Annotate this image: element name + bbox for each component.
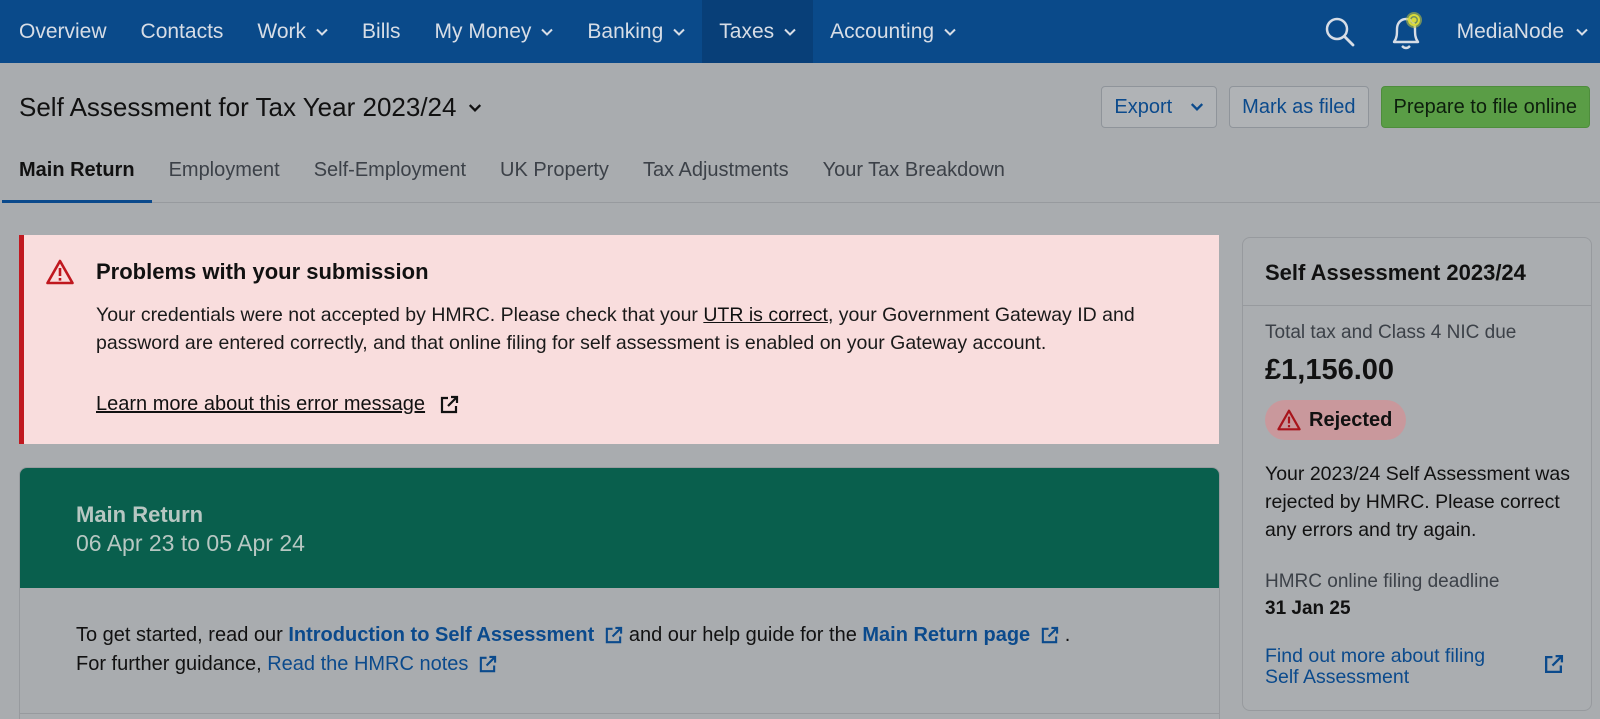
header-actions: Export Mark as filed Prepare to file onl… bbox=[1101, 86, 1590, 128]
nav-work[interactable]: Work bbox=[240, 0, 345, 63]
chevron-down-icon bbox=[784, 28, 796, 36]
bell-icon bbox=[1392, 11, 1422, 49]
main-return-card: Main Return 06 Apr 23 to 05 Apr 24 To ge… bbox=[19, 467, 1220, 719]
nav-accounting[interactable]: Accounting bbox=[813, 0, 973, 63]
tab-label: Main Return bbox=[19, 159, 135, 181]
prepare-to-file-button[interactable]: Prepare to file online bbox=[1380, 86, 1590, 128]
nav-bills[interactable]: Bills bbox=[345, 0, 418, 63]
intro-text: and our help guide for the bbox=[623, 624, 863, 646]
tab-employment[interactable]: Employment bbox=[152, 150, 297, 203]
search-icon bbox=[1325, 17, 1354, 46]
main-return-period: 06 Apr 23 to 05 Apr 24 bbox=[76, 530, 305, 556]
nav-right-tools: MediaNode bbox=[1307, 0, 1600, 63]
tax-due-label: Total tax and Class 4 NIC due bbox=[1265, 322, 1517, 343]
nav-overview-label: Overview bbox=[19, 19, 107, 43]
organisation-menu[interactable]: MediaNode bbox=[1439, 20, 1600, 44]
main-return-page-link[interactable]: Main Return page bbox=[862, 621, 1059, 650]
tab-label: Self-Employment bbox=[313, 159, 466, 181]
search-button[interactable] bbox=[1307, 0, 1373, 63]
nav-banking-label: Banking bbox=[587, 19, 664, 43]
intro-link-label: Introduction to Self Assessment bbox=[288, 624, 595, 646]
tab-label: Tax Adjustments bbox=[642, 159, 789, 181]
nav-taxes[interactable]: Taxes bbox=[702, 0, 814, 63]
chevron-down-icon bbox=[541, 28, 554, 36]
export-button[interactable]: Export bbox=[1101, 86, 1218, 128]
divider bbox=[20, 713, 1219, 714]
mark-as-filed-label: Mark as filed bbox=[1242, 95, 1356, 118]
hmrc-notes-link[interactable]: Read the HMRC notes bbox=[267, 650, 497, 679]
warning-icon bbox=[46, 259, 74, 285]
intro-text: . bbox=[1059, 624, 1071, 646]
external-link-icon bbox=[480, 655, 497, 673]
export-label: Export bbox=[1114, 95, 1173, 118]
self-assessment-summary: Self Assessment 2023/24 Total tax and Cl… bbox=[1242, 237, 1592, 711]
nav-banking[interactable]: Banking bbox=[570, 0, 702, 63]
page-title: Self Assessment for Tax Year 2023/24 bbox=[19, 92, 457, 122]
nav-bills-label: Bills bbox=[362, 19, 401, 43]
tab-main-return[interactable]: Main Return bbox=[2, 150, 152, 203]
nav-accounting-label: Accounting bbox=[830, 19, 935, 43]
chevron-down-icon bbox=[673, 28, 686, 36]
return-tabs: Main Return Employment Self-Employment U… bbox=[2, 150, 1600, 203]
status-label: Rejected bbox=[1309, 408, 1393, 431]
tab-label: Employment bbox=[168, 159, 280, 181]
main-return-title: Main Return bbox=[76, 502, 204, 527]
chevron-down-icon bbox=[1576, 28, 1588, 36]
error-text-before: Your credentials were not accepted by HM… bbox=[96, 304, 704, 326]
nav-contacts[interactable]: Contacts bbox=[124, 0, 241, 63]
error-title: Problems with your submission bbox=[96, 259, 429, 284]
mark-as-filed-button[interactable]: Mark as filed bbox=[1229, 86, 1369, 128]
external-link-icon[interactable] bbox=[1543, 654, 1564, 675]
nav-my-money[interactable]: My Money bbox=[418, 0, 571, 63]
nav-contacts-label: Contacts bbox=[140, 19, 224, 43]
main-return-page-label: Main Return page bbox=[862, 624, 1031, 646]
divider bbox=[1243, 305, 1591, 306]
learn-more-label: Learn more about this error message bbox=[96, 393, 426, 415]
utr-link[interactable]: UTR is correct bbox=[703, 304, 828, 326]
warning-icon bbox=[1277, 409, 1301, 431]
guidance-text: For further guidance, bbox=[76, 653, 268, 675]
chevron-down-icon bbox=[469, 103, 482, 112]
top-navigation: Overview Contacts Work Bills My Money Ba… bbox=[0, 0, 1600, 63]
error-message: Your credentials were not accepted by HM… bbox=[96, 301, 1156, 357]
nav-my-money-label: My Money bbox=[434, 19, 532, 43]
tab-tax-adjustments[interactable]: Tax Adjustments bbox=[626, 150, 806, 203]
learn-more-link[interactable]: Learn more about this error message bbox=[96, 393, 459, 416]
submission-error-banner: Problems with your submission Your crede… bbox=[19, 235, 1219, 444]
chevron-down-icon bbox=[1191, 103, 1204, 111]
organisation-name: MediaNode bbox=[1456, 19, 1564, 43]
tax-due-amount: £1,156.00 bbox=[1265, 354, 1395, 386]
tab-label: Your Tax Breakdown bbox=[822, 159, 1005, 181]
tab-tax-breakdown[interactable]: Your Tax Breakdown bbox=[806, 150, 1022, 203]
deadline-date: 31 Jan 25 bbox=[1265, 598, 1351, 619]
nav-work-label: Work bbox=[257, 19, 307, 43]
tab-self-employment[interactable]: Self-Employment bbox=[297, 150, 483, 203]
deadline-label: HMRC online filing deadline bbox=[1265, 571, 1500, 592]
filing-info-link[interactable]: Find out more about filing Self Assessme… bbox=[1265, 646, 1515, 688]
main-return-intro: To get started, read our Introduction to… bbox=[76, 621, 1176, 679]
nav-overview[interactable]: Overview bbox=[0, 0, 124, 63]
intro-text: To get started, read our bbox=[76, 624, 289, 646]
prepare-to-file-label: Prepare to file online bbox=[1393, 95, 1577, 118]
external-link-icon bbox=[606, 626, 623, 644]
tab-label: UK Property bbox=[500, 159, 609, 181]
chevron-down-icon bbox=[316, 28, 328, 36]
intro-self-assessment-link[interactable]: Introduction to Self Assessment bbox=[288, 621, 623, 650]
hmrc-notes-label: Read the HMRC notes bbox=[267, 653, 469, 675]
status-badge: Rejected bbox=[1265, 400, 1407, 440]
tax-year-selector[interactable]: Self Assessment for Tax Year 2023/24 bbox=[19, 92, 482, 123]
external-link-icon bbox=[1041, 626, 1059, 644]
summary-title: Self Assessment 2023/24 bbox=[1265, 260, 1526, 285]
nav-taxes-label: Taxes bbox=[719, 19, 775, 43]
notifications-button[interactable] bbox=[1373, 0, 1439, 63]
main-return-header: Main Return 06 Apr 23 to 05 Apr 24 bbox=[20, 468, 1219, 588]
chevron-down-icon bbox=[944, 28, 956, 36]
rejection-message: Your 2023/24 Self Assessment was rejecte… bbox=[1265, 463, 1570, 541]
tab-uk-property[interactable]: UK Property bbox=[483, 150, 626, 203]
external-link-icon bbox=[440, 395, 459, 413]
